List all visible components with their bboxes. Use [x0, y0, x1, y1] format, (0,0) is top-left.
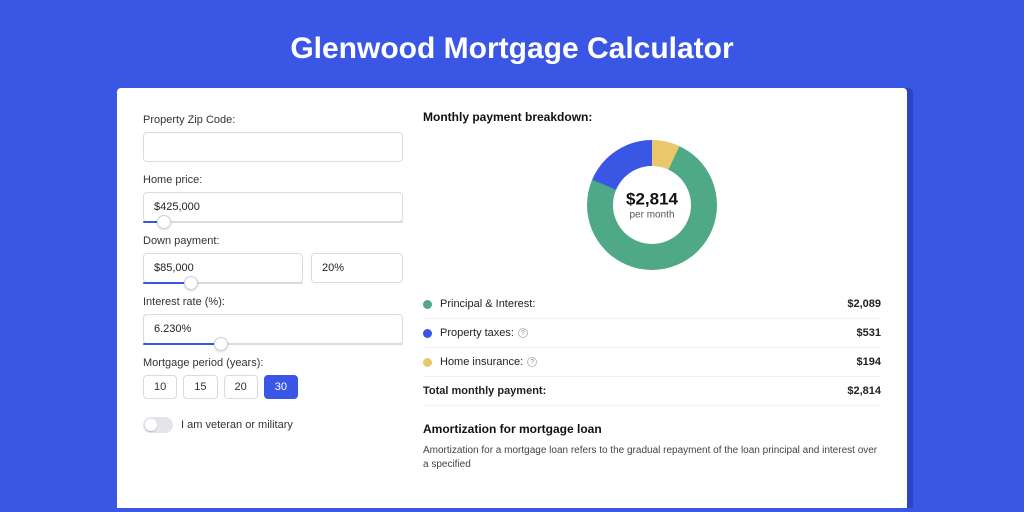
donut-amount: $2,814 [626, 190, 678, 210]
dot-green-icon [423, 300, 432, 309]
interest-label: Interest rate (%): [143, 296, 403, 308]
legend-value: $194 [857, 356, 881, 368]
down-payment-label: Down payment: [143, 235, 403, 247]
down-payment-pct-input[interactable] [311, 253, 403, 283]
home-price-slider[interactable] [143, 221, 403, 223]
legend-row-principal: Principal & Interest: $2,089 [423, 290, 881, 319]
home-price-input[interactable] [143, 192, 403, 222]
legend: Principal & Interest: $2,089 Property ta… [423, 290, 881, 406]
term-30-button[interactable]: 30 [264, 375, 298, 399]
legend-label: Home insurance: ? [440, 356, 857, 368]
legend-label: Property taxes: ? [440, 327, 857, 339]
zip-label: Property Zip Code: [143, 114, 403, 126]
donut-sub: per month [626, 210, 678, 221]
legend-value: $531 [857, 327, 881, 339]
donut-chart-wrap: $2,814 per month [423, 136, 881, 286]
amortization-text: Amortization for a mortgage loan refers … [423, 444, 881, 472]
info-icon[interactable]: ? [527, 357, 537, 367]
down-payment-slider[interactable] [143, 282, 303, 284]
donut-chart: $2,814 per month [587, 140, 717, 270]
donut-center: $2,814 per month [626, 190, 678, 221]
veteran-row: I am veteran or military [143, 417, 403, 433]
legend-total-value: $2,814 [847, 385, 881, 397]
term-15-button[interactable]: 15 [183, 375, 217, 399]
term-10-button[interactable]: 10 [143, 375, 177, 399]
term-label: Mortgage period (years): [143, 357, 403, 369]
breakdown-column: Monthly payment breakdown: $2,814 per mo… [423, 110, 881, 508]
inputs-column: Property Zip Code: Home price: Down paym… [143, 110, 403, 508]
veteran-label: I am veteran or military [181, 419, 293, 431]
home-price-label: Home price: [143, 174, 403, 186]
page-title: Glenwood Mortgage Calculator [0, 0, 1024, 88]
down-payment-input[interactable] [143, 253, 303, 283]
interest-slider[interactable] [143, 343, 403, 345]
interest-input[interactable] [143, 314, 403, 344]
legend-total-label: Total monthly payment: [423, 385, 847, 397]
legend-row-taxes: Property taxes: ? $531 [423, 319, 881, 348]
dot-yellow-icon [423, 358, 432, 367]
calculator-card: Property Zip Code: Home price: Down paym… [117, 88, 907, 508]
legend-row-insurance: Home insurance: ? $194 [423, 348, 881, 377]
amortization-title: Amortization for mortgage loan [423, 422, 881, 436]
term-20-button[interactable]: 20 [224, 375, 258, 399]
term-buttons: 10 15 20 30 [143, 375, 403, 399]
zip-input[interactable] [143, 132, 403, 162]
dot-blue-icon [423, 329, 432, 338]
veteran-toggle[interactable] [143, 417, 173, 433]
legend-row-total: Total monthly payment: $2,814 [423, 377, 881, 406]
breakdown-title: Monthly payment breakdown: [423, 110, 881, 124]
info-icon[interactable]: ? [518, 328, 528, 338]
legend-label: Principal & Interest: [440, 298, 847, 310]
legend-value: $2,089 [847, 298, 881, 310]
